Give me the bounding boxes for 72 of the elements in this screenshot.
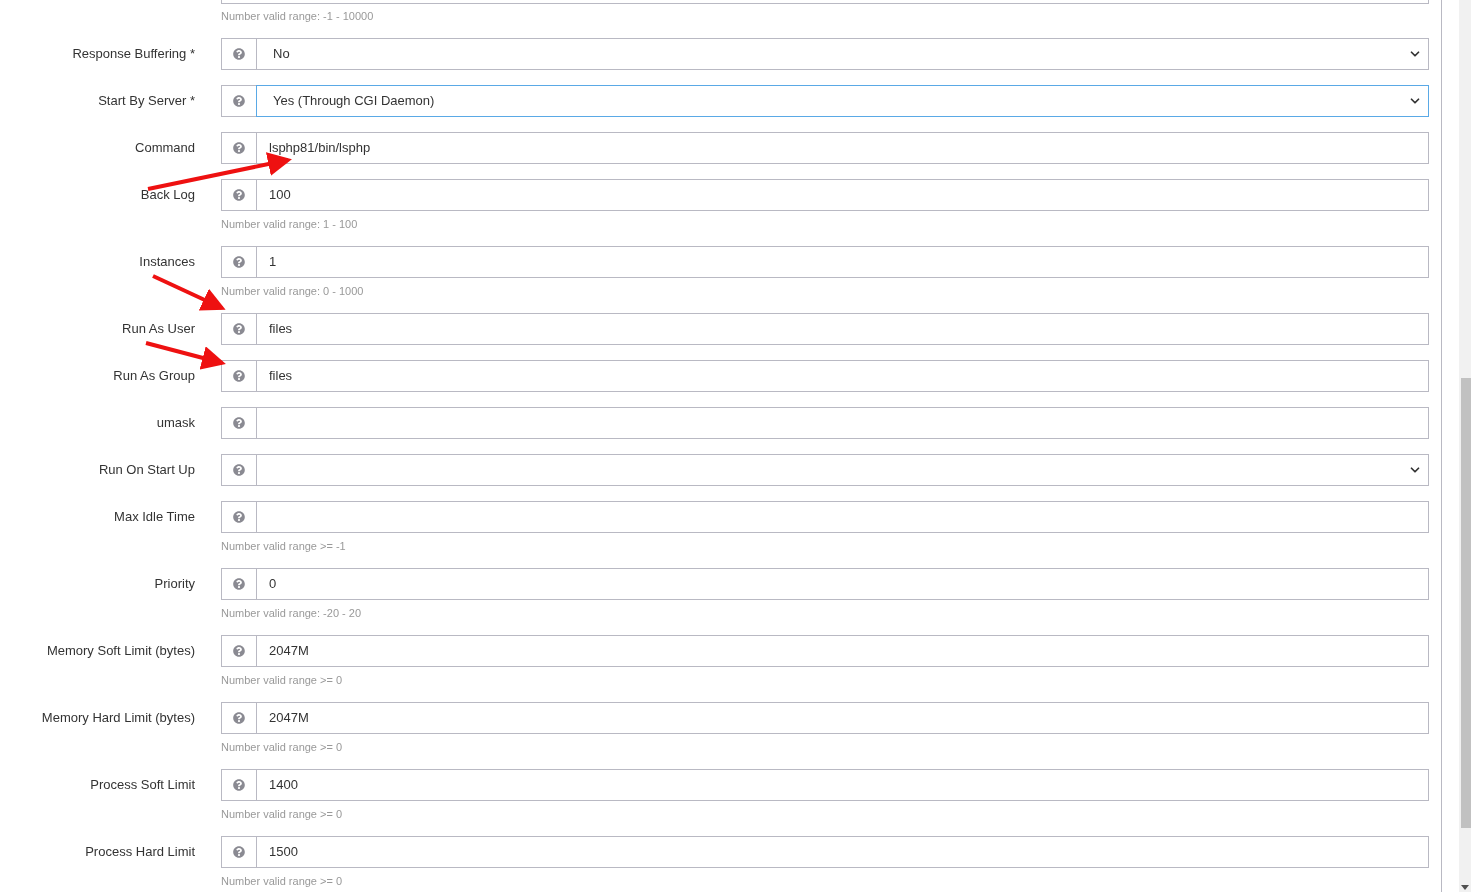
- help-button[interactable]: [221, 769, 257, 801]
- help-button[interactable]: [221, 179, 257, 211]
- input-field[interactable]: files: [256, 360, 1429, 392]
- help-icon: [233, 256, 245, 268]
- input-field[interactable]: 2047M: [256, 635, 1429, 667]
- help-button[interactable]: [221, 313, 257, 345]
- hint-text: Number valid range >= 0: [221, 741, 343, 753]
- help-icon: [233, 779, 245, 791]
- help-button[interactable]: [221, 246, 257, 278]
- help-icon: [233, 323, 245, 335]
- help-icon: [233, 645, 245, 657]
- help-button[interactable]: [221, 38, 257, 70]
- input-field[interactable]: 1: [256, 246, 1429, 278]
- help-icon: [233, 189, 245, 201]
- field-label: Process Soft Limit: [90, 776, 195, 795]
- hint-text: Number valid range: 1 - 100: [221, 218, 358, 230]
- select-field[interactable]: [256, 454, 1429, 486]
- help-button[interactable]: [221, 407, 257, 439]
- help-button[interactable]: [221, 85, 257, 117]
- scrollbar-thumb[interactable]: [1461, 378, 1471, 828]
- field-label: Priority: [154, 575, 195, 594]
- hint-text: Number valid range: -20 - 20: [221, 607, 361, 619]
- help-icon: [233, 95, 245, 107]
- field-label: Instances: [139, 253, 195, 272]
- field-label: Back Log: [140, 186, 195, 205]
- help-icon: [233, 511, 245, 523]
- field-label: Memory Soft Limit (bytes): [46, 642, 195, 661]
- help-button[interactable]: [221, 454, 257, 486]
- help-button[interactable]: [221, 501, 257, 533]
- help-icon: [233, 578, 245, 590]
- field-label: Memory Hard Limit (bytes): [41, 709, 195, 728]
- help-button[interactable]: [221, 836, 257, 868]
- help-icon: [233, 846, 245, 858]
- help-icon: [233, 464, 245, 476]
- field-label: Max Idle Time: [114, 508, 195, 527]
- help-icon: [233, 142, 245, 154]
- input-field[interactable]: 1500: [256, 836, 1429, 868]
- field-label: Run As Group: [113, 367, 195, 386]
- help-button[interactable]: [221, 360, 257, 392]
- input-field[interactable]: [256, 407, 1429, 439]
- hint-text: Number valid range >= -1: [221, 540, 346, 552]
- scroll-down-icon[interactable]: [1461, 885, 1469, 890]
- hint-text: Number valid range: 0 - 1000: [221, 285, 364, 297]
- hint-text: Number valid range >= 0: [221, 875, 343, 887]
- help-icon: [233, 417, 245, 429]
- help-icon: [233, 712, 245, 724]
- help-button[interactable]: [221, 568, 257, 600]
- input-field[interactable]: [256, 501, 1429, 533]
- input-field[interactable]: 2047M: [256, 702, 1429, 734]
- input-field[interactable]: 100: [256, 179, 1429, 211]
- select-field[interactable]: No: [256, 38, 1429, 70]
- field-label: Command: [135, 139, 195, 158]
- input-field[interactable]: files: [256, 313, 1429, 345]
- field-label: Run As User: [122, 320, 195, 339]
- help-icon: [233, 370, 245, 382]
- help-button[interactable]: [221, 702, 257, 734]
- field-label: umask: [156, 414, 195, 433]
- input-field[interactable]: lsphp81/bin/lsphp: [256, 132, 1429, 164]
- input-field[interactable]: [221, 0, 1429, 4]
- hint-text: Number valid range >= 0: [221, 674, 343, 686]
- help-button[interactable]: [221, 132, 257, 164]
- hint-text: Number valid range: -1 - 10000: [221, 10, 374, 22]
- field-label: Start By Server *: [98, 92, 195, 111]
- hint-text: Number valid range >= 0: [221, 808, 343, 820]
- field-label: Response Buffering *: [72, 45, 195, 64]
- field-label: Run On Start Up: [98, 461, 195, 480]
- input-field[interactable]: 0: [256, 568, 1429, 600]
- help-icon: [233, 48, 245, 60]
- help-button[interactable]: [221, 635, 257, 667]
- input-field[interactable]: 1400: [256, 769, 1429, 801]
- field-label: Process Hard Limit: [85, 843, 195, 862]
- select-field[interactable]: Yes (Through CGI Daemon): [256, 85, 1429, 117]
